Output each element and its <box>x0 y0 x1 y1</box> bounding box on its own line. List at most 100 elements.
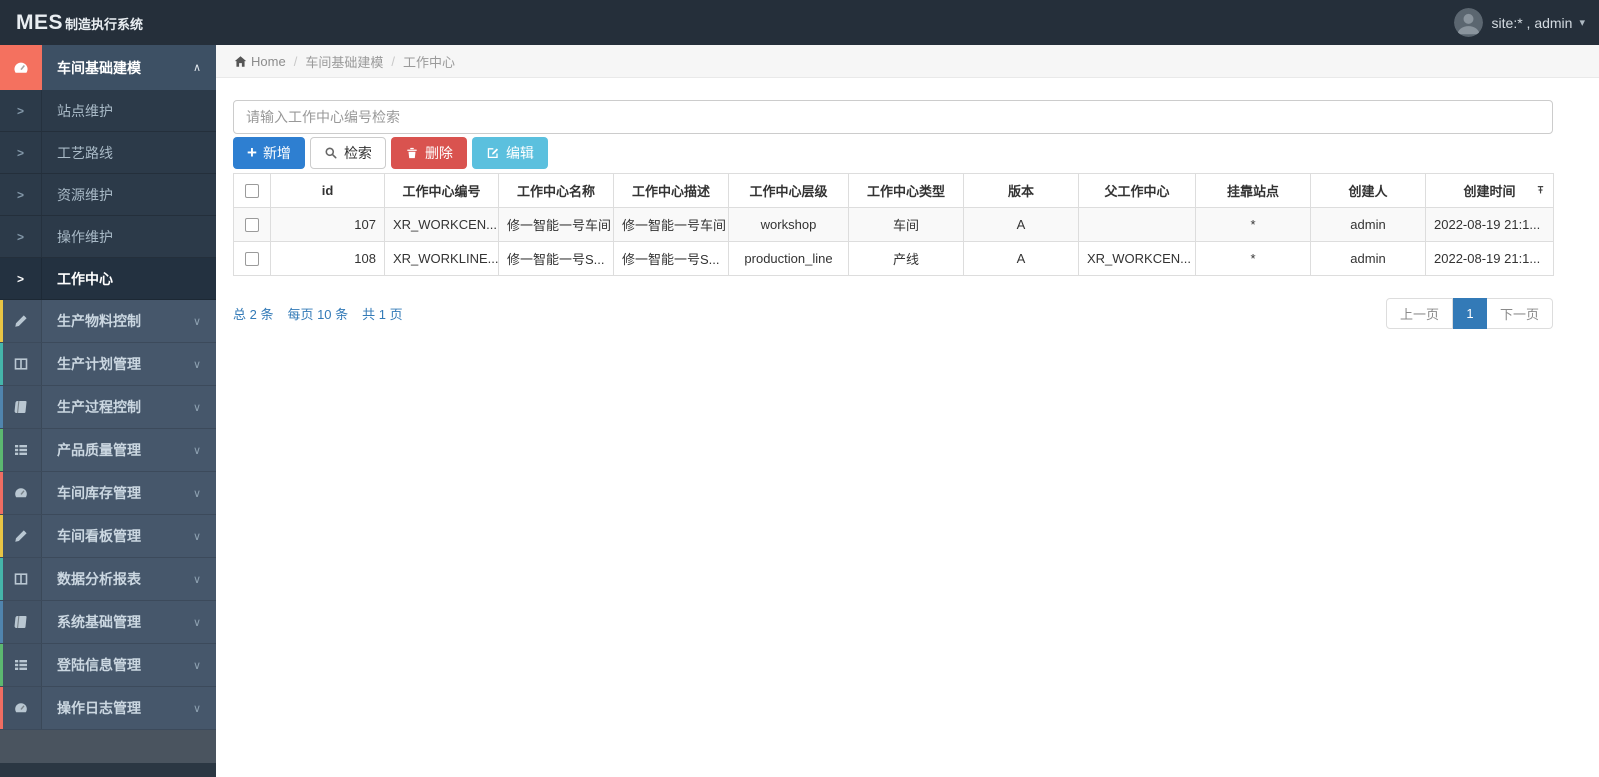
col-header-id[interactable]: id <box>270 173 385 208</box>
color-strip <box>0 515 3 557</box>
search-button[interactable]: 检索 <box>309 137 386 169</box>
app-logo: MES 制造执行系统 <box>16 11 143 35</box>
col-header-station[interactable]: 挂靠站点 <box>1195 173 1311 208</box>
prev-page-button[interactable]: 上一页 <box>1385 298 1453 329</box>
row-checkbox[interactable] <box>245 218 259 233</box>
col-header-created-time[interactable]: 创建时间 <box>1425 173 1554 208</box>
app-logo-mes: MES <box>16 10 64 34</box>
cell-level: workshop <box>728 207 849 242</box>
table-row[interactable]: 108 XR_WORKLINE... 修一智能一号S... 修一智能一号S...… <box>233 241 1554 276</box>
chevron-down-icon: ∨ <box>192 401 201 414</box>
color-strip <box>0 472 3 514</box>
list-icon <box>0 644 42 686</box>
cell-id: 108 <box>270 241 385 276</box>
sidebar-item-quality-management[interactable]: 产品质量管理 ∨ <box>0 429 216 472</box>
select-all-checkbox[interactable] <box>245 184 259 199</box>
chevron-up-icon: ∧ <box>192 62 201 74</box>
sidebar-item-plan-management[interactable]: 生产计划管理 ∨ <box>0 343 216 386</box>
home-icon <box>234 55 247 68</box>
breadcrumb-separator: / <box>391 53 395 69</box>
sidebar-item-kanban-management[interactable]: 车间看板管理 ∨ <box>0 515 216 558</box>
edit-button-label: 编辑 <box>505 145 534 161</box>
sidebar-item-login-info-management[interactable]: 登陆信息管理 ∨ <box>0 644 216 687</box>
cell-created-time: 2022-08-19 21:1... <box>1425 241 1554 276</box>
book-icon <box>0 601 42 643</box>
delete-button[interactable]: 删除 <box>390 137 467 169</box>
pagination-total[interactable]: 总 2 条 <box>233 304 273 323</box>
color-strip <box>0 601 3 643</box>
pagination-per-page[interactable]: 每页 10 条 <box>287 304 348 323</box>
chevron-down-icon: ∨ <box>192 573 201 586</box>
sidebar-subitem-work-center[interactable]: > 工作中心 <box>0 258 216 300</box>
breadcrumb: Home / 车间基础建模 / 工作中心 <box>216 45 1599 78</box>
sidebar-item-process-control[interactable]: 生产过程控制 ∨ <box>0 386 216 429</box>
table-row[interactable]: 107 XR_WORKCEN... 修一智能一号车间 修一智能一号车间 work… <box>233 207 1554 242</box>
sidebar-item-inventory-management[interactable]: 车间库存管理 ∨ <box>0 472 216 515</box>
sidebar-submenu: > 站点维护 > 工艺路线 > 资源维护 > 操作维护 > 工作中心 <box>0 90 216 300</box>
sidebar-item-label: 登陆信息管理 <box>57 657 141 673</box>
plus-icon: + <box>247 142 257 162</box>
edit-icon <box>487 148 499 159</box>
main-content: Home / 车间基础建模 / 工作中心 + 新增 检索 删除 编辑 <box>216 45 1599 777</box>
chevron-down-icon: ∨ <box>192 616 201 629</box>
col-header-version[interactable]: 版本 <box>963 173 1079 208</box>
col-header-type[interactable]: 工作中心类型 <box>848 173 964 208</box>
chevron-down-icon: ∨ <box>192 530 201 543</box>
next-page-button[interactable]: 下一页 <box>1486 298 1553 329</box>
chevron-right-icon: > <box>0 174 42 215</box>
sidebar-item-workshop-modeling[interactable]: 车间基础建模 ∧ <box>0 45 216 90</box>
avatar-photo <box>1453 8 1483 37</box>
sidebar-item-system-management[interactable]: 系统基础管理 ∨ <box>0 601 216 644</box>
edit-button[interactable]: 编辑 <box>471 137 548 169</box>
search-icon <box>325 147 337 159</box>
sidebar-subitem-operation-maintenance[interactable]: > 操作维护 <box>0 216 216 258</box>
sidebar-item-operation-log-management[interactable]: 操作日志管理 ∨ <box>0 687 216 730</box>
page-1-button[interactable]: 1 <box>1452 298 1487 329</box>
work-center-search-input[interactable] <box>233 100 1553 134</box>
sidebar-item-analytics-reports[interactable]: 数据分析报表 ∨ <box>0 558 216 601</box>
sidebar-subitem-label: 工作中心 <box>57 270 113 287</box>
col-header-description[interactable]: 工作中心描述 <box>613 173 729 208</box>
sidebar-subitem-process-route[interactable]: > 工艺路线 <box>0 132 216 174</box>
row-checkbox[interactable] <box>245 252 259 267</box>
chevron-right-icon: > <box>0 216 42 257</box>
gauge-icon <box>0 472 42 514</box>
cell-type: 产线 <box>848 241 964 276</box>
col-header-level[interactable]: 工作中心层级 <box>728 173 849 208</box>
cell-code: XR_WORKCEN... <box>384 207 499 242</box>
breadcrumb-level1[interactable]: 车间基础建模 <box>305 52 383 71</box>
sidebar-subitem-resource-maintenance[interactable]: > 资源维护 <box>0 174 216 216</box>
delete-button-label: 删除 <box>424 145 453 161</box>
sidebar-item-label: 生产计划管理 <box>57 356 141 372</box>
pencil-icon <box>0 300 42 342</box>
add-button[interactable]: + 新增 <box>233 137 305 169</box>
sidebar-item-material-control[interactable]: 生产物料控制 ∨ <box>0 300 216 343</box>
pagination-page-count[interactable]: 共 1 页 <box>362 304 402 323</box>
pin-icon[interactable] <box>1535 183 1546 198</box>
pencil-icon <box>0 515 42 557</box>
chevron-right-icon: > <box>0 90 42 131</box>
sidebar-item-label: 生产过程控制 <box>57 399 141 415</box>
sidebar-filler <box>0 730 216 763</box>
sidebar: 车间基础建模 ∧ > 站点维护 > 工艺路线 > 资源维护 > 操作维护 > 工… <box>0 45 216 777</box>
col-header-name[interactable]: 工作中心名称 <box>498 173 614 208</box>
col-header-creator[interactable]: 创建人 <box>1310 173 1426 208</box>
cell-name: 修一智能一号S... <box>498 241 614 276</box>
col-header-code[interactable]: 工作中心编号 <box>384 173 499 208</box>
gauge-icon <box>0 45 42 90</box>
chevron-down-icon: ∨ <box>192 444 201 457</box>
sidebar-subitem-label: 操作维护 <box>57 228 113 245</box>
gauge-icon <box>0 687 42 729</box>
sidebar-subitem-station-maintenance[interactable]: > 站点维护 <box>0 90 216 132</box>
breadcrumb-level2: 工作中心 <box>402 54 455 70</box>
sidebar-item-label: 车间基础建模 <box>57 59 141 76</box>
col-header-parent[interactable]: 父工作中心 <box>1078 173 1196 208</box>
cell-station: * <box>1195 241 1311 276</box>
user-menu[interactable]: site:* , admin ▾ <box>1453 8 1585 37</box>
app-logo-subtitle: 制造执行系统 <box>65 16 144 32</box>
breadcrumb-home[interactable]: Home <box>251 54 286 69</box>
sidebar-item-label: 生产物料控制 <box>57 313 141 329</box>
color-strip <box>0 429 3 471</box>
cell-level: production_line <box>728 241 849 276</box>
search-button-label: 检索 <box>343 145 372 161</box>
